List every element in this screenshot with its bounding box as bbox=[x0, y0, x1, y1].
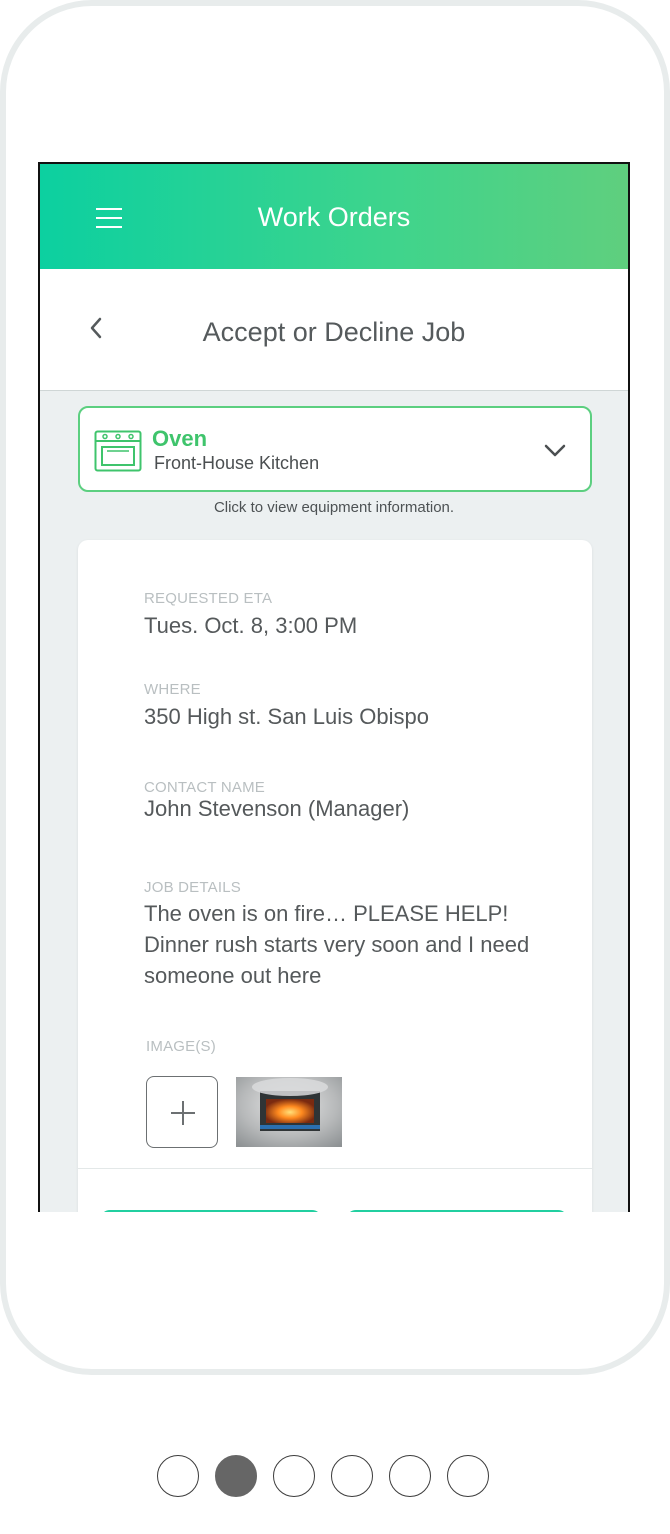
add-image-button[interactable] bbox=[146, 1076, 218, 1148]
where-label: WHERE bbox=[144, 681, 201, 698]
subheader: Accept or Decline Job bbox=[40, 269, 628, 391]
equipment-selector[interactable]: Oven Front-House Kitchen bbox=[78, 406, 592, 492]
eta-label: REQUESTED ETA bbox=[144, 590, 273, 607]
decline-button[interactable] bbox=[100, 1210, 322, 1212]
oven-fire-image bbox=[236, 1077, 342, 1147]
equipment-location: Front-House Kitchen bbox=[154, 453, 320, 473]
image-thumbnail[interactable] bbox=[236, 1077, 342, 1147]
job-details-value: The oven is on fire… PLEASE HELP! Dinner… bbox=[144, 901, 530, 988]
page-dot-1[interactable] bbox=[157, 1455, 199, 1497]
images-label: IMAGE(S) bbox=[146, 1038, 216, 1055]
page-dot-6[interactable] bbox=[447, 1455, 489, 1497]
app-screen: Work Orders Accept or Decline Job Oven F… bbox=[38, 162, 630, 1212]
contact-value: John Stevenson (Manager) bbox=[144, 796, 410, 821]
card-divider bbox=[78, 1168, 592, 1169]
oven-icon bbox=[94, 430, 142, 472]
chevron-down-icon bbox=[544, 444, 566, 457]
job-details-card: REQUESTED ETA Tues. Oct. 8, 3:00 PM WHER… bbox=[78, 540, 592, 1212]
where-value: 350 High st. San Luis Obispo bbox=[144, 704, 429, 729]
app-title: Work Orders bbox=[257, 202, 411, 232]
page-dot-2-active[interactable] bbox=[215, 1455, 257, 1497]
page-title: Accept or Decline Job bbox=[202, 317, 466, 347]
page-dot-3[interactable] bbox=[273, 1455, 315, 1497]
eta-value: Tues. Oct. 8, 3:00 PM bbox=[144, 613, 358, 638]
equipment-name: Oven bbox=[152, 426, 208, 451]
app-header: Work Orders bbox=[40, 164, 628, 269]
accept-button[interactable] bbox=[346, 1210, 568, 1212]
job-details-label: JOB DETAILS bbox=[144, 879, 241, 896]
page-dot-4[interactable] bbox=[331, 1455, 373, 1497]
page-dot-5[interactable] bbox=[389, 1455, 431, 1497]
equipment-hint: Click to view equipment information. bbox=[213, 499, 455, 516]
